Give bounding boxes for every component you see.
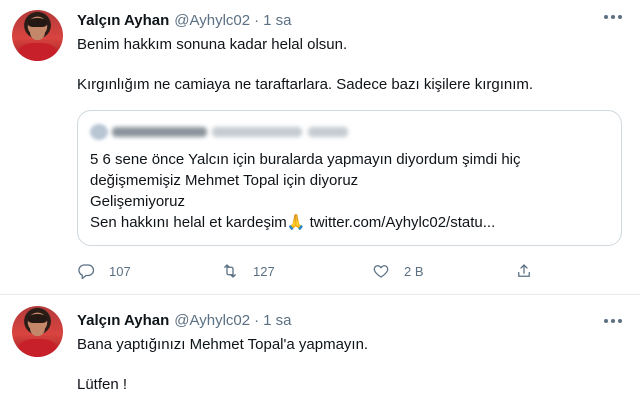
author-name[interactable]: Yalçın Ayhan (77, 312, 169, 329)
separator-dot: · (254, 11, 260, 29)
retweet-count: 127 (253, 263, 275, 279)
blurred-handle (212, 127, 302, 137)
avatar[interactable] (12, 306, 63, 357)
retweet-icon (224, 264, 236, 278)
blurred-time (308, 127, 348, 137)
tweet-actions: 107 127 2 B (77, 260, 547, 282)
avatar[interactable] (12, 10, 63, 61)
share-icon (518, 264, 530, 277)
avatar-shirt (18, 43, 57, 61)
tweet-header: Yalçın Ayhan @Ayhylc02 · 1 sa (77, 10, 291, 30)
separator-dot: · (254, 311, 260, 329)
more-icon[interactable] (604, 14, 622, 20)
quoted-text-line: 5 6 sene önce Yalcın için buralarda yapm… (90, 151, 521, 168)
share-button[interactable] (515, 260, 533, 282)
avatar-shirt (18, 339, 57, 357)
tweet-text-line: Lütfen ! (77, 376, 128, 393)
quoted-text-line: Gelişemiyoruz (90, 193, 186, 210)
retweet-button[interactable]: 127 (221, 260, 275, 282)
more-icon[interactable] (604, 318, 622, 324)
like-icon (373, 265, 389, 278)
tweet-text-line: Benim hakkım sonuna kadar helal olsun. (77, 36, 348, 53)
reply-count: 107 (109, 263, 131, 279)
like-button[interactable]: 2 B (372, 260, 424, 282)
tweet-time[interactable]: 1 sa (263, 12, 291, 29)
quoted-author-blurred (90, 121, 350, 141)
author-name[interactable]: Yalçın Ayhan (77, 12, 169, 29)
blurred-name (112, 127, 207, 137)
author-handle[interactable]: @Ayhylc02 (174, 312, 250, 329)
tweet-time[interactable]: 1 sa (263, 312, 291, 329)
tweet[interactable]: Yalçın Ayhan @Ayhylc02 · 1 sa Bana yaptı… (0, 296, 640, 406)
tweet-text-line: Bana yaptığınızı Mehmet Topal'a yapmayın… (77, 336, 369, 353)
quoted-text-line: değişmemişiz Mehmet Topal için diyoruz (90, 172, 359, 189)
tweet-text-line: Kırgınlığım ne camiaya ne taraftarlara. … (77, 76, 534, 93)
avatar-hair (28, 18, 47, 27)
tweet[interactable]: Yalçın Ayhan @Ayhylc02 · 1 sa Benim hakk… (0, 0, 640, 295)
reply-button[interactable]: 107 (77, 260, 131, 282)
tweet-header: Yalçın Ayhan @Ayhylc02 · 1 sa (77, 310, 291, 330)
quoted-text-line[interactable]: Sen hakkını helal et kardeşim🙏 twitter.c… (90, 212, 521, 233)
quoted-text: 5 6 sene önce Yalcın için buralarda yapm… (90, 149, 521, 233)
avatar-hair (28, 314, 47, 323)
like-count: 2 B (404, 263, 424, 279)
author-handle[interactable]: @Ayhylc02 (174, 12, 250, 29)
reply-icon (78, 264, 95, 280)
blurred-avatar (90, 124, 108, 140)
quoted-tweet[interactable]: 5 6 sene önce Yalcın için buralarda yapm… (77, 110, 622, 246)
